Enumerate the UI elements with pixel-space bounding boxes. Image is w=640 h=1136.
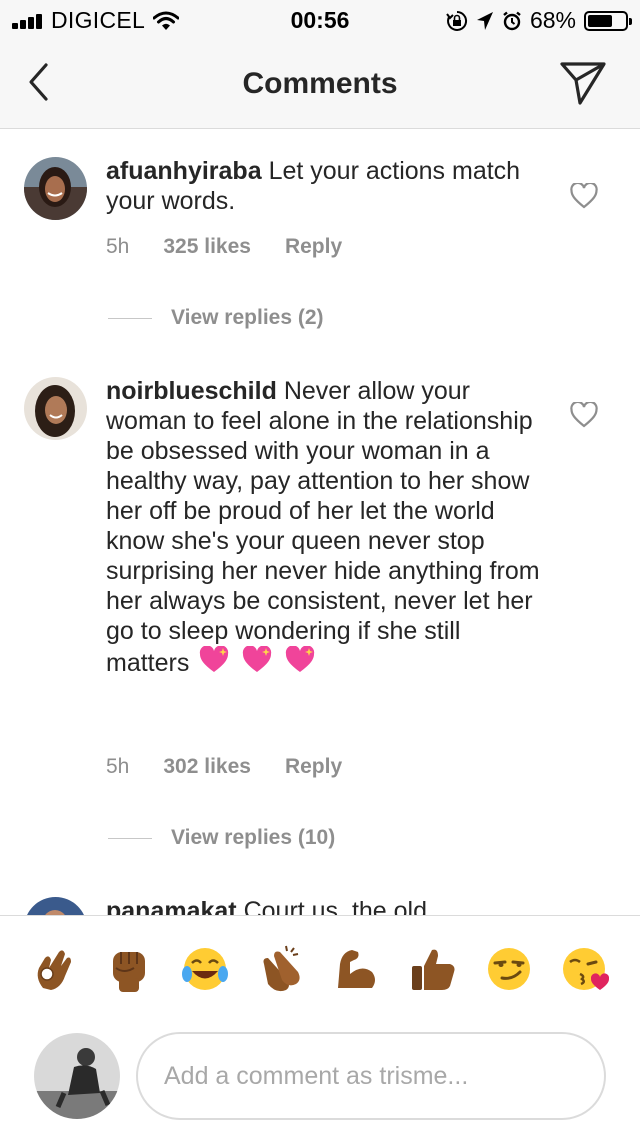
comment-username[interactable]: panamakat	[106, 897, 237, 915]
comment-meta: 5h 325 likes Reply	[106, 235, 342, 259]
comment-time: 5h	[106, 755, 130, 778]
comment-composer	[0, 1025, 640, 1136]
comment-meta: 5h 302 likes Reply	[106, 755, 342, 779]
page-title: Comments	[242, 67, 398, 100]
heart-outline-icon	[570, 181, 598, 209]
reply-button[interactable]: Reply	[285, 755, 342, 779]
raised-fist-icon	[113, 952, 145, 992]
comment-input[interactable]	[136, 1032, 606, 1120]
sparkling-heart-icon	[241, 645, 273, 681]
heart-outline-icon	[570, 400, 598, 428]
comments-list: afuanhyiraba Let your actions match your…	[0, 129, 640, 915]
location-arrow-icon	[476, 11, 493, 30]
ok-hand-icon	[37, 950, 71, 990]
smirking-face-emoji-button[interactable]	[484, 944, 534, 994]
face-blowing-kiss-emoji-button[interactable]	[560, 944, 610, 994]
avatar[interactable]	[24, 157, 87, 220]
comment-body: Court us, the old	[243, 897, 428, 915]
like-button[interactable]	[570, 400, 598, 428]
view-replies-button[interactable]: View replies (10)	[108, 826, 335, 850]
face-blowing-kiss-icon	[563, 948, 610, 990]
view-replies-button[interactable]: View replies (2)	[108, 306, 324, 330]
flexed-biceps-emoji-button[interactable]	[332, 944, 382, 994]
comment-text: afuanhyiraba Let your actions match your…	[106, 156, 546, 216]
status-right: 68%	[438, 7, 632, 34]
emoji-quick-bar	[0, 915, 640, 1026]
comment-body: Never allow your woman to feel alone in …	[106, 377, 540, 677]
smirking-face-icon	[488, 948, 530, 990]
nav-bar: Comments	[0, 40, 640, 129]
divider-line	[108, 837, 152, 839]
alarm-icon	[503, 11, 521, 30]
tears-of-joy-icon	[182, 948, 228, 990]
thumbs-up-emoji-button[interactable]	[408, 944, 458, 994]
comment-username[interactable]: noirblueschild	[106, 377, 277, 405]
tears-of-joy-emoji-button[interactable]	[180, 944, 230, 994]
comment-username[interactable]: afuanhyiraba	[106, 157, 262, 185]
comment-text: panamakat Court us, the old	[106, 896, 546, 915]
current-user-avatar	[34, 1033, 120, 1119]
paper-plane-icon	[560, 62, 606, 105]
like-button[interactable]	[570, 181, 598, 209]
battery-percent: 68%	[529, 7, 576, 33]
battery-icon	[584, 10, 632, 31]
battery-level-fill	[588, 14, 613, 27]
orientation-lock-icon	[446, 10, 467, 31]
view-replies-label: View replies (10)	[171, 826, 336, 849]
flexed-biceps-icon	[338, 950, 375, 988]
status-bar: DIGICEL 00:56 68%	[0, 0, 640, 40]
avatar[interactable]	[24, 377, 87, 440]
divider-line	[108, 317, 152, 319]
sparkling-heart-icon	[198, 645, 230, 681]
comment-likes[interactable]: 302 likes	[163, 755, 251, 779]
comment-text: noirblueschild Never allow your woman to…	[106, 376, 546, 681]
direct-share-button[interactable]	[558, 58, 608, 108]
ok-hand-emoji-button[interactable]	[29, 944, 79, 994]
clapping-hands-emoji-button[interactable]	[256, 944, 306, 994]
clapping-hands-icon	[263, 945, 300, 992]
raised-fist-emoji-button[interactable]	[104, 944, 154, 994]
comment-time: 5h	[106, 235, 130, 258]
thumbs-up-icon	[412, 949, 455, 990]
comment-likes[interactable]: 325 likes	[163, 235, 251, 259]
avatar[interactable]	[24, 897, 87, 915]
reply-button[interactable]: Reply	[285, 235, 342, 259]
sparkling-heart-icon	[284, 645, 316, 681]
view-replies-label: View replies (2)	[171, 306, 324, 329]
